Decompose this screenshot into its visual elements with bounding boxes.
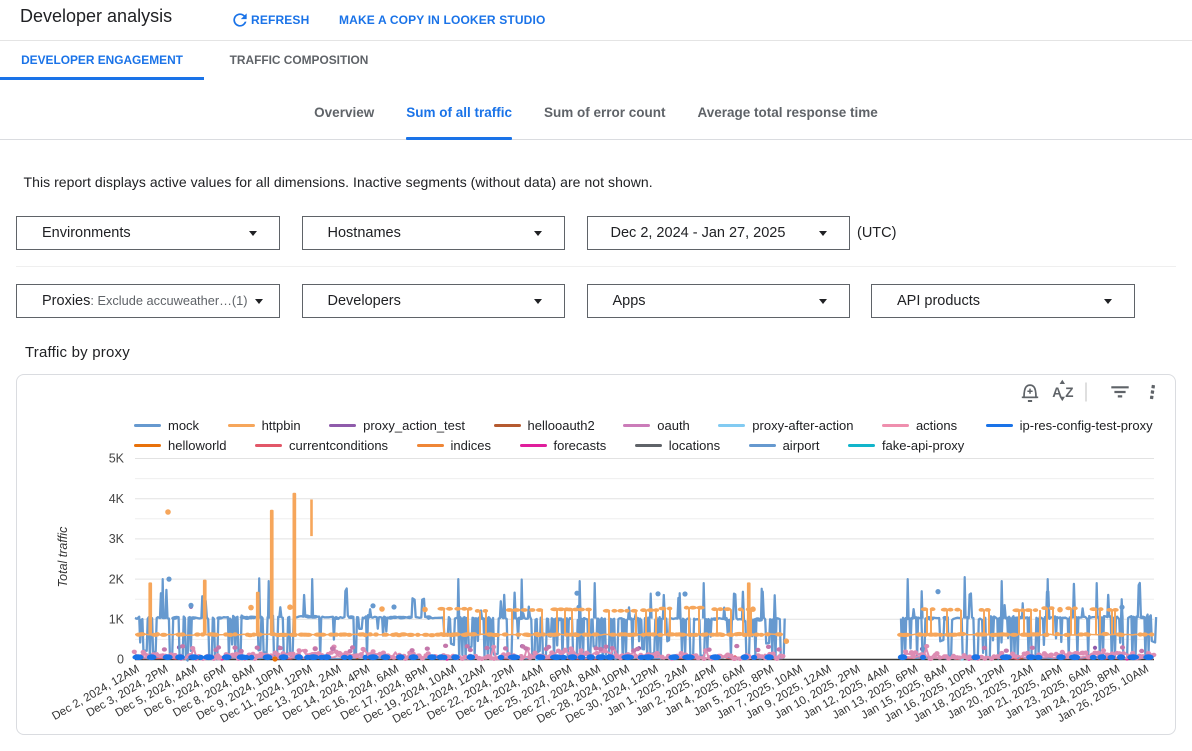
svg-text:4K: 4K [109, 492, 125, 506]
svg-text:1K: 1K [109, 613, 125, 627]
svg-text:0: 0 [117, 653, 124, 667]
svg-text:Total traffic: Total traffic [56, 526, 70, 587]
svg-text:2K: 2K [109, 572, 125, 586]
svg-text:3K: 3K [109, 532, 125, 546]
svg-text:5K: 5K [109, 452, 125, 466]
